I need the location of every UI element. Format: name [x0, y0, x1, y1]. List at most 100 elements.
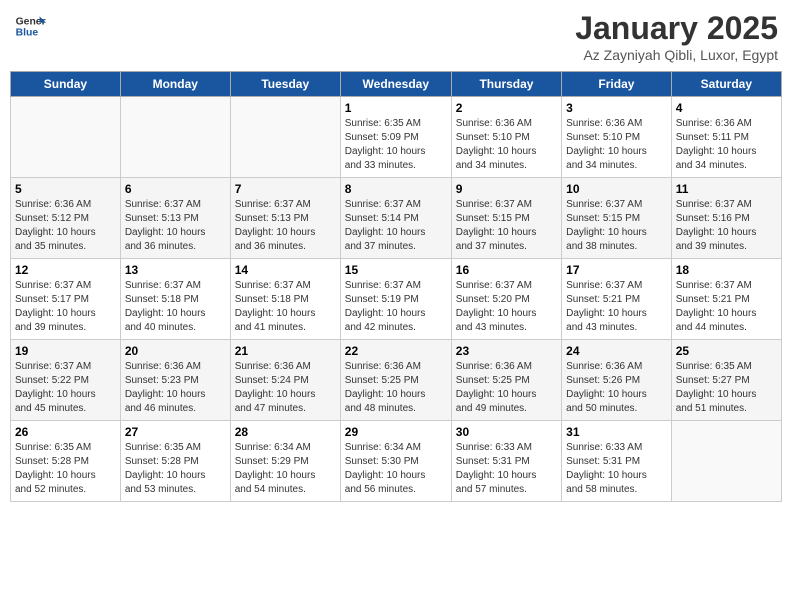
calendar-cell: 13Sunrise: 6:37 AM Sunset: 5:18 PM Dayli… [120, 259, 230, 340]
day-detail: Sunrise: 6:37 AM Sunset: 5:14 PM Dayligh… [345, 198, 447, 254]
day-number: 7 [235, 182, 336, 196]
day-detail: Sunrise: 6:37 AM Sunset: 5:21 PM Dayligh… [566, 279, 667, 335]
day-number: 14 [235, 263, 336, 277]
calendar-title: January 2025 [575, 10, 778, 47]
day-detail: Sunrise: 6:36 AM Sunset: 5:10 PM Dayligh… [456, 117, 557, 173]
day-detail: Sunrise: 6:35 AM Sunset: 5:27 PM Dayligh… [676, 360, 777, 416]
calendar-cell: 8Sunrise: 6:37 AM Sunset: 5:14 PM Daylig… [340, 178, 451, 259]
day-number: 1 [345, 101, 447, 115]
calendar-cell [120, 97, 230, 178]
calendar-cell: 30 Sunrise: 6:33 AM Sunset: 5:31 PM Dayli… [451, 421, 561, 502]
calendar-cell: 10 Sunrise: 6:37 AM Sunset: 5:15 PM Dayli… [562, 178, 672, 259]
calendar-week-row: 5Sunrise: 6:36 AM Sunset: 5:12 PM Daylig… [11, 178, 782, 259]
svg-text:Blue: Blue [16, 28, 39, 39]
calendar-cell: 11Sunrise: 6:37 AM Sunset: 5:16 PM Dayli… [671, 178, 781, 259]
calendar-cell: 7 Sunrise: 6:37 AM Sunset: 5:13 PM Daylig… [230, 178, 340, 259]
day-number: 20 [125, 344, 226, 358]
day-detail: Sunrise: 6:36 AM Sunset: 5:23 PM Dayligh… [125, 360, 226, 416]
day-detail: Sunrise: 6:36 AM Sunset: 5:10 PM Dayligh… [566, 117, 667, 173]
calendar-cell: 17 Sunrise: 6:37 AM Sunset: 5:21 PM Dayli… [562, 259, 672, 340]
day-detail: Sunrise: 6:35 AM Sunset: 5:28 PM Dayligh… [15, 441, 116, 497]
calendar-cell: 24 Sunrise: 6:36 AM Sunset: 5:26 PM Dayli… [562, 340, 672, 421]
day-number: 15 [345, 263, 447, 277]
day-number: 30 [456, 425, 557, 439]
calendar-cell: 27 Sunrise: 6:35 AM Sunset: 5:28 PM Dayli… [120, 421, 230, 502]
day-number: 27 [125, 425, 226, 439]
calendar-cell [230, 97, 340, 178]
day-number: 11 [676, 182, 777, 196]
calendar-cell [11, 97, 121, 178]
day-number: 10 [566, 182, 667, 196]
day-number: 9 [456, 182, 557, 196]
calendar-cell: 9Sunrise: 6:37 AM Sunset: 5:15 PM Daylig… [451, 178, 561, 259]
calendar-table: SundayMondayTuesdayWednesdayThursdayFrid… [10, 71, 782, 502]
day-number: 2 [456, 101, 557, 115]
day-detail: Sunrise: 6:37 AM Sunset: 5:22 PM Dayligh… [15, 360, 116, 416]
calendar-cell: 4 Sunrise: 6:36 AM Sunset: 5:11 PM Daylig… [671, 97, 781, 178]
day-detail: Sunrise: 6:36 AM Sunset: 5:26 PM Dayligh… [566, 360, 667, 416]
calendar-cell: 19Sunrise: 6:37 AM Sunset: 5:22 PM Dayli… [11, 340, 121, 421]
calendar-cell: 29Sunrise: 6:34 AM Sunset: 5:30 PM Dayli… [340, 421, 451, 502]
calendar-cell: 21Sunrise: 6:36 AM Sunset: 5:24 PM Dayli… [230, 340, 340, 421]
day-detail: Sunrise: 6:37 AM Sunset: 5:13 PM Dayligh… [125, 198, 226, 254]
day-number: 4 [676, 101, 777, 115]
calendar-cell [671, 421, 781, 502]
page-header: General Blue January 2025 Az Zayniyah Qi… [10, 10, 782, 63]
calendar-cell: 28 Sunrise: 6:34 AM Sunset: 5:29 PM Dayli… [230, 421, 340, 502]
calendar-subtitle: Az Zayniyah Qibli, Luxor, Egypt [575, 47, 778, 63]
day-detail: Sunrise: 6:33 AM Sunset: 5:31 PM Dayligh… [566, 441, 667, 497]
calendar-cell: 18 Sunrise: 6:37 AM Sunset: 5:21 PM Dayli… [671, 259, 781, 340]
day-number: 24 [566, 344, 667, 358]
calendar-week-row: 12Sunrise: 6:37 AM Sunset: 5:17 PM Dayli… [11, 259, 782, 340]
calendar-cell: 1 Sunrise: 6:35 AM Sunset: 5:09 PM Daylig… [340, 97, 451, 178]
day-number: 6 [125, 182, 226, 196]
day-number: 5 [15, 182, 116, 196]
day-detail: Sunrise: 6:35 AM Sunset: 5:09 PM Dayligh… [345, 117, 447, 173]
day-detail: Sunrise: 6:37 AM Sunset: 5:21 PM Dayligh… [676, 279, 777, 335]
day-number: 17 [566, 263, 667, 277]
day-number: 18 [676, 263, 777, 277]
day-detail: Sunrise: 6:37 AM Sunset: 5:18 PM Dayligh… [235, 279, 336, 335]
weekday-header-sunday: Sunday [11, 72, 121, 97]
calendar-cell: 3 Sunrise: 6:36 AM Sunset: 5:10 PM Daylig… [562, 97, 672, 178]
day-number: 26 [15, 425, 116, 439]
day-detail: Sunrise: 6:37 AM Sunset: 5:19 PM Dayligh… [345, 279, 447, 335]
calendar-cell: 12Sunrise: 6:37 AM Sunset: 5:17 PM Dayli… [11, 259, 121, 340]
day-detail: Sunrise: 6:34 AM Sunset: 5:29 PM Dayligh… [235, 441, 336, 497]
day-detail: Sunrise: 6:37 AM Sunset: 5:13 PM Dayligh… [235, 198, 336, 254]
day-detail: Sunrise: 6:36 AM Sunset: 5:25 PM Dayligh… [345, 360, 447, 416]
title-block: January 2025 Az Zayniyah Qibli, Luxor, E… [575, 10, 778, 63]
day-number: 29 [345, 425, 447, 439]
day-number: 13 [125, 263, 226, 277]
weekday-header-row: SundayMondayTuesdayWednesdayThursdayFrid… [11, 72, 782, 97]
day-detail: Sunrise: 6:36 AM Sunset: 5:25 PM Dayligh… [456, 360, 557, 416]
day-detail: Sunrise: 6:33 AM Sunset: 5:31 PM Dayligh… [456, 441, 557, 497]
logo: General Blue [14, 10, 46, 42]
weekday-header-tuesday: Tuesday [230, 72, 340, 97]
day-number: 16 [456, 263, 557, 277]
day-number: 12 [15, 263, 116, 277]
day-detail: Sunrise: 6:36 AM Sunset: 5:11 PM Dayligh… [676, 117, 777, 173]
calendar-cell: 25 Sunrise: 6:35 AM Sunset: 5:27 PM Dayli… [671, 340, 781, 421]
day-number: 25 [676, 344, 777, 358]
calendar-cell: 5Sunrise: 6:36 AM Sunset: 5:12 PM Daylig… [11, 178, 121, 259]
day-detail: Sunrise: 6:35 AM Sunset: 5:28 PM Dayligh… [125, 441, 226, 497]
calendar-cell: 31 Sunrise: 6:33 AM Sunset: 5:31 PM Dayli… [562, 421, 672, 502]
logo-icon: General Blue [14, 10, 46, 42]
day-detail: Sunrise: 6:37 AM Sunset: 5:15 PM Dayligh… [566, 198, 667, 254]
weekday-header-thursday: Thursday [451, 72, 561, 97]
calendar-cell: 23 Sunrise: 6:36 AM Sunset: 5:25 PM Dayli… [451, 340, 561, 421]
day-number: 3 [566, 101, 667, 115]
weekday-header-friday: Friday [562, 72, 672, 97]
calendar-cell: 22 Sunrise: 6:36 AM Sunset: 5:25 PM Dayli… [340, 340, 451, 421]
calendar-week-row: 26 Sunrise: 6:35 AM Sunset: 5:28 PM Dayli… [11, 421, 782, 502]
day-number: 23 [456, 344, 557, 358]
weekday-header-monday: Monday [120, 72, 230, 97]
weekday-header-wednesday: Wednesday [340, 72, 451, 97]
calendar-cell: 6 Sunrise: 6:37 AM Sunset: 5:13 PM Daylig… [120, 178, 230, 259]
day-number: 21 [235, 344, 336, 358]
day-number: 31 [566, 425, 667, 439]
day-detail: Sunrise: 6:37 AM Sunset: 5:20 PM Dayligh… [456, 279, 557, 335]
day-number: 28 [235, 425, 336, 439]
day-number: 22 [345, 344, 447, 358]
